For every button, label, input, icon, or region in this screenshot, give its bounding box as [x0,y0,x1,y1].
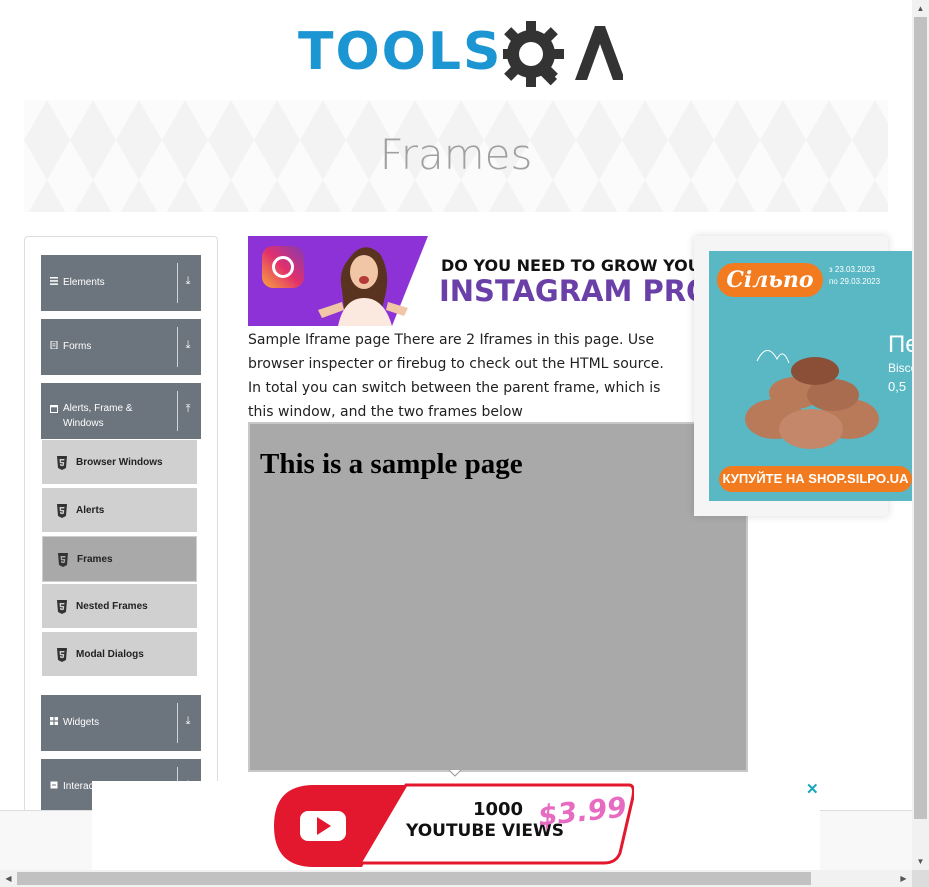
page-title: Frames [379,130,533,179]
menu-group-label: Forms [63,341,92,352]
html5-icon [57,600,67,614]
silpo-logo: Сільпо [717,263,823,297]
menu-item-label: Alerts [76,505,105,516]
instagram-logo-icon [262,246,304,288]
expand-arrow-icon: ⤓ [185,339,191,351]
scrollbar-corner [912,870,929,887]
ad-side-text: 0,5 [888,379,907,394]
scroll-left-icon[interactable]: ◀ [0,870,17,887]
menu-item-label: Nested Frames [76,601,148,612]
menu-item-label: Browser Windows [76,457,163,468]
horizontal-scrollbar[interactable]: ◀ ▶ [0,870,929,887]
form-icon [50,341,58,349]
shop-silpo-button[interactable]: КУПУЙТЕ НА SHOP.SILPO.UA [719,466,912,492]
cookies-illustration [745,350,879,449]
vertical-scroll-thumb[interactable] [914,17,927,819]
scroll-right-icon[interactable]: ▶ [895,870,912,887]
silpo-ad-banner[interactable]: Сільпо з 23.03.2023 по 29.03.2023 Пе Bis… [709,251,912,501]
ad-headline: 1000 [472,799,524,820]
logo-gear-qa-icon [503,21,623,87]
menu-group-label: Widgets [63,717,100,728]
ad-side-text: Пе [888,331,912,358]
menu-group-elements[interactable]: Elements ⤓ [41,255,201,311]
menu-group-widgets[interactable]: Widgets ⤓ [41,695,201,751]
ad-date-from: з 23.03.2023 [829,265,875,274]
page-banner: Frames [24,100,888,212]
instagram-ad-banner[interactable]: DO YOU NEED TO GROW YOU INSTAGRAM PRO [248,236,703,326]
close-icon[interactable]: ✕ [806,780,819,798]
divider [177,391,178,431]
html5-icon [57,648,67,662]
menu-item-browser-windows[interactable]: Browser Windows [42,440,197,486]
ad-date-to: по 29.03.2023 [829,277,881,286]
menu-item-frames[interactable]: Frames [42,536,197,582]
youtube-ad-banner[interactable]: 1000 YOUTUBE VIEWS $3.99 [92,781,820,871]
collapse-arrow-icon: ⤒ [185,403,191,415]
divider [177,263,178,303]
divider [177,327,178,367]
menu-item-modal-dialogs[interactable]: Modal Dialogs [42,632,197,678]
menu-group-label: Elements [63,277,105,288]
html5-icon [57,504,67,518]
menu-item-nested-frames[interactable]: Nested Frames [42,584,197,630]
ad-headline: DO YOU NEED TO GROW YOU [441,256,701,275]
vertical-scrollbar[interactable]: ▲ ▼ [912,0,929,870]
ad-subheadline: INSTAGRAM PRO [439,274,703,308]
grid-icon [50,717,58,725]
caret-down-icon[interactable] [448,767,462,781]
interaction-icon [50,781,58,789]
menu-item-alerts[interactable]: Alerts [42,488,197,534]
left-menu-panel: Elements ⤓ Forms ⤓ Alerts, Frame & Windo… [24,236,218,836]
ad-side-text: Bisco [888,361,912,375]
expand-arrow-icon: ⤓ [185,715,191,727]
scroll-down-icon[interactable]: ▼ [912,853,929,870]
frames-description: Sample Iframe page There are 2 Iframes i… [248,332,664,420]
menu-group-label: Alerts, Frame & Windows [63,403,133,429]
expand-arrow-icon: ⤓ [185,275,191,287]
toolsqa-logo[interactable]: TOOLS [298,16,628,92]
scroll-up-icon[interactable]: ▲ [912,0,929,17]
html5-icon [58,553,68,567]
sample-heading: This is a sample page [260,448,523,480]
window-icon [50,405,58,413]
menu-item-label: Frames [77,554,113,565]
woman-illustration [318,247,408,326]
menu-group-forms[interactable]: Forms ⤓ [41,319,201,375]
menu-group-alerts-frame-windows[interactable]: Alerts, Frame & Windows ⤒ [41,383,201,439]
horizontal-scroll-thumb[interactable] [17,872,811,885]
divider [177,703,178,743]
logo-text: TOOLS [298,22,503,82]
frame1-iframe[interactable]: This is a sample page [248,422,748,772]
html5-icon [57,456,67,470]
menu-item-label: Modal Dialogs [76,649,144,660]
hamburger-icon [50,277,58,285]
